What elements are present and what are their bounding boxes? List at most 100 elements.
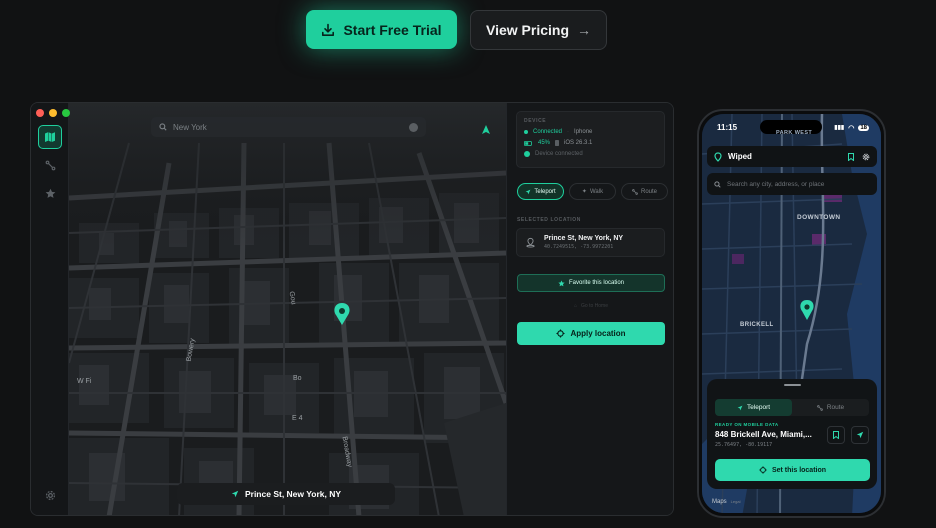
favorite-location-label: Favorite this location	[568, 280, 625, 286]
tab-label: Route	[826, 404, 845, 411]
mode-teleport-button[interactable]: Teleport	[517, 183, 564, 200]
clear-search-button[interactable]	[409, 122, 418, 132]
settings-nav-button[interactable]	[38, 483, 62, 507]
app-logo-icon	[714, 151, 722, 162]
current-location-label: Prince St, New York, NY	[244, 489, 342, 499]
selected-location-heading: SELECTED LOCATION	[517, 217, 581, 223]
control-panel: DEVICE Connected · Iphone 45% iOS 26.3.1…	[506, 103, 673, 515]
mode-label: Route	[640, 188, 657, 195]
selected-location-card[interactable]: Prince St, New York, NY 40.7249515, -73.…	[516, 228, 665, 257]
phone-address: 848 Brickell Ave, Miami,...	[715, 430, 812, 439]
map-label: Bo	[293, 375, 302, 382]
desktop-app-window: Bowery Broadway W Fi E 4 Bo Gou New York…	[30, 102, 674, 516]
battery-indicator: 18	[858, 124, 869, 131]
star-icon	[558, 279, 565, 286]
gear-icon	[45, 490, 55, 500]
set-location-label: Set this location	[771, 466, 827, 474]
bookmark-icon	[833, 431, 839, 439]
map-icon	[45, 132, 55, 142]
device-status-row: Device connected	[524, 151, 657, 157]
map-search-bar[interactable]: New York	[151, 117, 426, 137]
navigation-arrow-icon	[231, 490, 239, 498]
favorite-location-button[interactable]: Favorite this location	[517, 274, 665, 292]
battery-icon	[524, 140, 532, 146]
mode-label: Walk	[589, 188, 604, 195]
cta-row: Start Free Trial View Pricing →	[306, 10, 607, 50]
phone-mockup: 11:15 ▮▮▮ ◠ 18 Wiped Search any city, ad…	[697, 109, 886, 518]
go-home-button[interactable]: ⌂ Go to Home	[517, 298, 665, 313]
map-label-downtown: DOWNTOWN	[797, 214, 841, 221]
minimize-window-button[interactable]	[49, 109, 57, 117]
phone-coords: 25.76497, -80.19117	[715, 442, 773, 448]
separator: ·	[567, 129, 570, 135]
connected-label: Connected	[533, 129, 563, 135]
legal-link[interactable]: Legal	[731, 499, 741, 504]
gear-icon[interactable]	[862, 153, 870, 161]
status-icons: ▮▮▮ ◠ 18	[834, 123, 869, 132]
navigation-arrow-icon	[737, 405, 743, 410]
tab-label: Teleport	[746, 404, 771, 411]
phone-app-header: Wiped	[707, 146, 877, 167]
phone-search-bar[interactable]: Search any city, address, or place	[707, 173, 877, 195]
sidebar-rail	[31, 103, 69, 515]
search-icon	[714, 180, 721, 188]
crosshair-icon	[556, 329, 565, 338]
route-icon	[816, 404, 823, 411]
sheet-grabber[interactable]	[784, 384, 801, 386]
route-nav-button[interactable]	[38, 153, 62, 177]
maximize-window-button[interactable]	[62, 109, 70, 117]
selected-location-name: Prince St, New York, NY	[544, 235, 624, 242]
current-location-pill: Prince St, New York, NY	[177, 483, 395, 505]
navigate-button[interactable]	[851, 426, 869, 444]
download-icon	[322, 23, 335, 36]
apply-location-label: Apply location	[570, 329, 626, 338]
favorites-nav-button[interactable]	[38, 181, 62, 205]
close-window-button[interactable]	[36, 109, 44, 117]
maps-credit-label: Maps	[712, 499, 727, 505]
3d-city-map	[69, 103, 506, 515]
map-label-park-west: PARK WEST	[776, 130, 813, 136]
tab-teleport[interactable]: Teleport	[715, 399, 792, 416]
phone-search-placeholder: Search any city, address, or place	[727, 180, 825, 188]
device-heading: DEVICE	[524, 118, 547, 124]
home-icon: ⌂	[574, 302, 578, 309]
phone-mode-tabs: Teleport Route	[715, 399, 869, 416]
search-icon	[159, 123, 167, 131]
connected-dot-icon	[524, 130, 528, 134]
mode-walk-button[interactable]: ✦ Walk	[569, 183, 616, 200]
walk-icon: ✦	[581, 189, 587, 195]
bookmark-icon[interactable]	[848, 152, 854, 161]
status-time: 11:15	[717, 123, 738, 132]
header-actions	[848, 152, 870, 161]
maps-credit: Maps Legal	[712, 499, 740, 505]
arrow-right-icon: →	[577, 22, 591, 38]
go-home-label: Go to Home	[581, 302, 608, 309]
app-name: Wiped	[728, 152, 752, 161]
ios-version: iOS 26.3.1	[564, 140, 593, 146]
bookmark-location-button[interactable]	[827, 426, 845, 444]
map-view[interactable]: Bowery Broadway W Fi E 4 Bo Gou New York…	[69, 103, 506, 515]
device-status: Device connected	[535, 151, 583, 157]
window-controls	[36, 109, 70, 117]
mode-label: Teleport	[534, 188, 556, 195]
apply-location-button[interactable]: Apply location	[517, 322, 665, 345]
device-name: Iphone	[574, 129, 593, 135]
mode-route-button[interactable]: Route	[621, 183, 668, 200]
battery-level: 45%	[538, 140, 551, 146]
start-free-trial-label: Start Free Trial	[343, 21, 442, 38]
map-nav-button[interactable]	[38, 125, 62, 149]
mode-selector: Teleport ✦ Walk Route	[517, 183, 668, 200]
selected-location-coords: 40.7249515, -73.9972201	[544, 244, 614, 250]
star-icon	[45, 188, 55, 198]
map-search-text: New York	[173, 122, 207, 132]
location-sheet: Teleport Route READY ON MOBILE DATA 848 …	[707, 379, 877, 489]
navigation-arrow-icon	[525, 189, 531, 194]
signal-icon: ▮▮▮	[834, 125, 845, 131]
view-pricing-button[interactable]: View Pricing →	[470, 10, 607, 50]
start-free-trial-button[interactable]: Start Free Trial	[306, 10, 457, 49]
route-icon	[45, 160, 55, 170]
shield-check-icon	[524, 151, 530, 157]
tab-route[interactable]: Route	[792, 399, 869, 416]
set-location-button[interactable]: Set this location	[715, 459, 870, 481]
location-icon	[526, 237, 535, 248]
